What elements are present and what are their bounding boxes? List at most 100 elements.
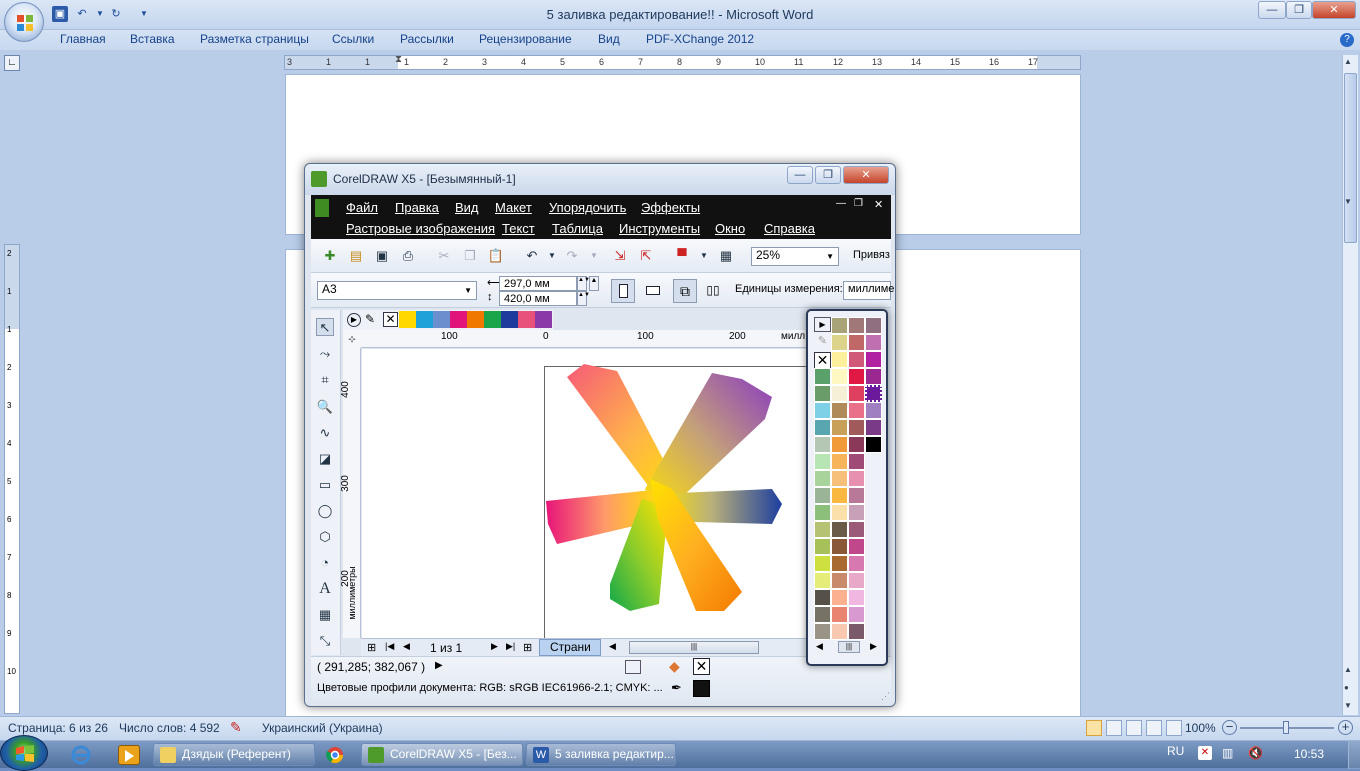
page-height-input[interactable]: 420,0 мм: [499, 291, 577, 306]
launcher-dropdown-icon[interactable]: ▼: [695, 247, 713, 265]
menu-help[interactable]: Справка: [764, 221, 815, 236]
copy-icon[interactable]: ❐: [461, 247, 479, 265]
snapshot-icon[interactable]: [625, 660, 641, 674]
tab-home[interactable]: Главная: [60, 32, 106, 46]
palette-swatch[interactable]: [865, 436, 882, 453]
palette-swatch[interactable]: [848, 419, 865, 436]
palette-swatch[interactable]: [814, 487, 831, 504]
palette-swatch[interactable]: [814, 521, 831, 538]
network-icon[interactable]: ▥: [1222, 746, 1236, 760]
palette-swatch[interactable]: [831, 504, 848, 521]
shape-tool-icon[interactable]: ⤳: [316, 345, 334, 363]
palette-swatch[interactable]: [848, 436, 865, 453]
redo-icon[interactable]: ↷: [563, 247, 581, 265]
width-spinner[interactable]: ▲▼: [577, 276, 590, 291]
palette-flyout-icon[interactable]: ▶: [347, 313, 361, 327]
scroll-thumb[interactable]: [1344, 73, 1357, 243]
palette-swatch[interactable]: [831, 606, 848, 623]
palette-swatch[interactable]: [831, 453, 848, 470]
doc-minimize-icon[interactable]: —: [836, 198, 846, 209]
palette-swatch[interactable]: [814, 504, 831, 521]
tab-references[interactable]: Ссылки: [332, 32, 374, 46]
polygon-tool-icon[interactable]: ⬡: [316, 528, 334, 546]
palette-swatch[interactable]: [865, 334, 882, 351]
paste-icon[interactable]: 📋: [487, 247, 505, 265]
palette-swatch[interactable]: [865, 402, 882, 419]
tab-page-layout[interactable]: Разметка страницы: [200, 32, 309, 46]
palette-swatch[interactable]: [831, 572, 848, 589]
scroll-up-icon[interactable]: ▲: [1344, 57, 1352, 66]
palette-scroll-right-icon[interactable]: ▶: [870, 641, 877, 652]
ellipse-tool-icon[interactable]: ◯: [316, 502, 334, 520]
scroll-down-icon[interactable]: ▼: [1344, 197, 1352, 206]
zoom-tool-icon[interactable]: 🔍: [316, 398, 334, 416]
palette-swatch[interactable]: [814, 419, 831, 436]
status-words[interactable]: Число слов: 4 592: [119, 721, 220, 735]
palette-swatch[interactable]: [848, 538, 865, 555]
dimension-tool-icon[interactable]: ⤡: [316, 632, 334, 650]
last-page-icon[interactable]: ▶|: [506, 641, 515, 652]
coords-flyout-icon[interactable]: ▶: [435, 660, 443, 671]
palette-swatch[interactable]: [831, 589, 848, 606]
undo-dropdown-icon[interactable]: ▼: [543, 247, 561, 265]
add-page-before-icon[interactable]: ⊞: [367, 641, 376, 654]
proofing-icon[interactable]: ✎: [230, 719, 242, 736]
doc-restore-icon[interactable]: ❐: [854, 198, 863, 209]
cut-icon[interactable]: ✂: [435, 247, 453, 265]
current-page-button[interactable]: ▯▯: [701, 279, 725, 303]
outline-view-icon[interactable]: [1146, 720, 1162, 736]
palette-swatch[interactable]: [831, 555, 848, 572]
menu-layout[interactable]: Макет: [495, 200, 532, 215]
palette-swatch[interactable]: [848, 317, 865, 334]
vertical-scrollbar[interactable]: ▲ ▼ ▲ ● ▼: [1342, 55, 1358, 715]
palette-swatch[interactable]: [831, 385, 848, 402]
help-icon[interactable]: ?: [1340, 33, 1354, 47]
palette-swatch[interactable]: [848, 572, 865, 589]
redo-dropdown-icon[interactable]: ▼: [585, 247, 603, 265]
palette-swatch[interactable]: [848, 402, 865, 419]
page-size-select[interactable]: A3 ▼: [317, 281, 477, 300]
palette-swatch[interactable]: [814, 453, 831, 470]
rectangle-tool-icon[interactable]: ▭: [316, 476, 334, 494]
next-page-icon[interactable]: ▼: [1344, 701, 1352, 710]
palette-swatch[interactable]: [848, 351, 865, 368]
import-icon[interactable]: ⇲: [611, 247, 629, 265]
palette-swatch[interactable]: [848, 368, 865, 385]
outline-pen-icon[interactable]: ✒: [671, 680, 682, 696]
portrait-button[interactable]: [611, 279, 635, 303]
taskbar-item-coreldraw[interactable]: CorelDRAW X5 - [Без...: [361, 743, 523, 766]
maximize-button[interactable]: ❐: [1286, 1, 1312, 19]
palette-swatch[interactable]: [865, 317, 882, 334]
tab-stop-selector[interactable]: ∟: [4, 55, 20, 71]
draft-view-icon[interactable]: [1166, 720, 1182, 736]
menu-file[interactable]: Файл: [346, 200, 378, 215]
menu-window[interactable]: Окно: [715, 221, 745, 236]
crop-tool-icon[interactable]: ⌗: [316, 371, 334, 389]
palette-swatch[interactable]: [831, 487, 848, 504]
palette-swatch[interactable]: [814, 538, 831, 555]
prev-page-icon[interactable]: ◀: [403, 641, 410, 652]
palette-strip-swatch[interactable]: [467, 311, 484, 328]
basic-shapes-tool-icon[interactable]: ◔: [316, 554, 334, 572]
menu-text[interactable]: Текст: [502, 221, 535, 236]
palette-swatch[interactable]: [814, 606, 831, 623]
palette-swatch[interactable]: [865, 351, 882, 368]
menu-view[interactable]: Вид: [455, 200, 479, 215]
palette-swatch[interactable]: [831, 402, 848, 419]
palette-swatch[interactable]: [848, 606, 865, 623]
resize-grip-icon[interactable]: ⋰: [881, 691, 890, 702]
action-center-icon[interactable]: ✕: [1198, 746, 1212, 760]
corel-maximize-button[interactable]: ❐: [815, 166, 841, 184]
palette-swatch[interactable]: [814, 572, 831, 589]
media-player-quicklaunch-icon[interactable]: [118, 745, 140, 765]
palette-swatch[interactable]: [814, 623, 831, 640]
vertical-ruler[interactable]: 2 1 1 2 3 4 5 6 7 8 9 10: [4, 244, 20, 714]
tab-view[interactable]: Вид: [598, 32, 620, 46]
volume-muted-icon[interactable]: 🔇: [1248, 746, 1263, 760]
snap-to-label[interactable]: Привяз: [853, 249, 890, 261]
select-browse-object-icon[interactable]: ●: [1344, 683, 1349, 692]
corel-close-button[interactable]: ✕: [843, 166, 889, 184]
lock-ratio-icon[interactable]: ▲: [589, 276, 599, 291]
palette-swatch[interactable]: [848, 504, 865, 521]
pick-tool-icon[interactable]: ↖: [316, 318, 334, 336]
